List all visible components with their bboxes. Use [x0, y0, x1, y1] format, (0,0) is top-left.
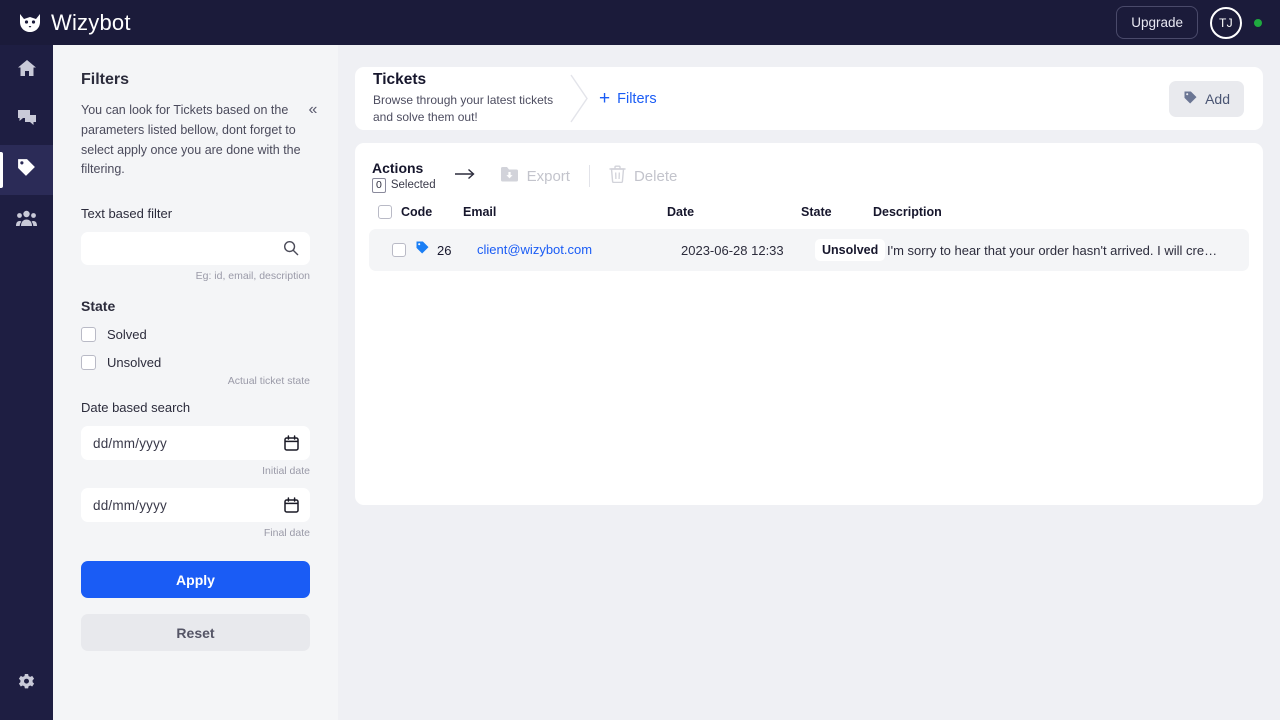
arrow-right-icon [454, 167, 476, 186]
row-code-value: 26 [437, 243, 451, 258]
state-hint: Actual ticket state [81, 375, 310, 387]
checkbox-unsolved[interactable]: Unsolved [81, 355, 310, 370]
status-badge: Unsolved [815, 239, 885, 261]
page-title: Tickets [373, 71, 567, 89]
tag-icon [415, 240, 430, 260]
final-date-value: dd/mm/yyyy [93, 498, 167, 513]
toolbar-divider [589, 165, 590, 187]
row-code-cell: 26 [415, 240, 477, 260]
filters-toggle-label: Filters [617, 91, 656, 107]
selection-status: 0 Selected [372, 178, 436, 193]
final-date-input[interactable]: dd/mm/yyyy [81, 488, 310, 522]
export-label: Export [527, 168, 570, 185]
column-header-date: Date [667, 205, 801, 219]
reset-button[interactable]: Reset [81, 614, 310, 651]
state-section-label: State [81, 298, 310, 314]
row-select-cell [369, 243, 415, 257]
main-content: Tickets Browse through your latest ticke… [338, 45, 1280, 720]
row-email-link[interactable]: client@wizybot.com [477, 242, 592, 257]
users-icon [16, 208, 37, 233]
chat-icon [17, 108, 37, 133]
search-input[interactable] [81, 232, 310, 265]
table-header-row: Code Email Date State Description [355, 191, 1263, 229]
top-bar-right: Upgrade TJ [1116, 6, 1262, 39]
calendar-icon[interactable] [284, 435, 299, 456]
page-header-card: Tickets Browse through your latest ticke… [355, 67, 1263, 130]
export-icon [500, 166, 519, 187]
brand-name: Wizybot [51, 10, 131, 36]
tag-icon [16, 157, 37, 183]
filters-panel: « Filters You can look for Tickets based… [53, 45, 338, 720]
upgrade-button[interactable]: Upgrade [1116, 6, 1198, 39]
initial-date-input[interactable]: dd/mm/yyyy [81, 426, 310, 460]
row-email-cell: client@wizybot.com [477, 241, 681, 259]
page-header-text: Tickets Browse through your latest ticke… [355, 71, 567, 127]
status-dot-icon [1254, 19, 1262, 27]
gear-icon [17, 673, 36, 697]
select-all-cell [355, 205, 401, 219]
column-header-state: State [801, 205, 873, 219]
actions-group: Actions 0 Selected [372, 160, 436, 193]
page-subtitle: Browse through your latest tickets and s… [373, 92, 567, 127]
export-button[interactable]: Export [490, 166, 580, 187]
brand[interactable]: Wizybot [18, 10, 131, 36]
sidebar-item-settings[interactable] [0, 660, 53, 710]
sidebar-rail [0, 45, 53, 720]
row-description-value: I'm sorry to hear that your order hasn't… [887, 243, 1249, 258]
row-checkbox[interactable] [392, 243, 406, 257]
delete-label: Delete [634, 168, 677, 185]
avatar[interactable]: TJ [1210, 7, 1242, 39]
table-row[interactable]: 26 client@wizybot.com 2023-06-28 12:33 U… [369, 229, 1249, 271]
text-filter-label: Text based filter [81, 206, 310, 221]
initial-date-value: dd/mm/yyyy [93, 436, 167, 451]
checkbox-unsolved-box[interactable] [81, 355, 96, 370]
checkbox-solved-label: Solved [107, 327, 147, 342]
home-icon [17, 58, 37, 83]
tickets-table-card: Actions 0 Selected [355, 143, 1263, 505]
sidebar-item-users[interactable] [0, 195, 53, 245]
search-icon[interactable] [283, 240, 299, 261]
top-bar: Wizybot Upgrade TJ [0, 0, 1280, 45]
checkbox-unsolved-label: Unsolved [107, 355, 161, 370]
initial-date-hint: Initial date [81, 465, 310, 477]
trash-icon [609, 165, 626, 187]
row-state-cell: Unsolved [815, 239, 887, 261]
final-date-hint: Final date [81, 527, 310, 539]
checkbox-solved-box[interactable] [81, 327, 96, 342]
date-section-label: Date based search [81, 400, 310, 415]
delete-button[interactable]: Delete [599, 165, 687, 187]
actions-toolbar: Actions 0 Selected [355, 143, 1263, 191]
filters-panel-description: You can look for Tickets based on the pa… [81, 101, 310, 180]
add-ticket-button[interactable]: Add [1169, 81, 1244, 117]
sidebar-item-conversations[interactable] [0, 95, 53, 145]
chevron-divider-icon [567, 67, 593, 130]
select-all-checkbox[interactable] [378, 205, 392, 219]
sidebar-item-home[interactable] [0, 45, 53, 95]
filters-toggle-button[interactable]: + Filters [599, 89, 657, 108]
column-header-code: Code [401, 205, 463, 219]
actions-title: Actions [372, 160, 436, 176]
add-ticket-label: Add [1205, 91, 1230, 107]
checkbox-solved[interactable]: Solved [81, 327, 310, 342]
calendar-icon[interactable] [284, 497, 299, 518]
search-hint: Eg: id, email, description [81, 270, 310, 282]
column-header-description: Description [873, 205, 1263, 219]
apply-button[interactable]: Apply [81, 561, 310, 598]
fox-logo-icon [18, 13, 42, 33]
chevron-double-left-icon[interactable]: « [302, 99, 324, 121]
selected-label: Selected [391, 179, 436, 191]
row-date-value: 2023-06-28 12:33 [681, 243, 815, 258]
plus-icon: + [599, 89, 610, 108]
filters-panel-title: Filters [81, 71, 310, 89]
sidebar-bottom [0, 660, 53, 710]
tag-icon [1183, 90, 1198, 108]
search-field-wrapper [81, 232, 310, 265]
sidebar-item-tickets[interactable] [0, 145, 53, 195]
column-header-email: Email [463, 205, 667, 219]
selected-count: 0 [372, 178, 386, 193]
app-root: Wizybot Upgrade TJ [0, 0, 1280, 720]
